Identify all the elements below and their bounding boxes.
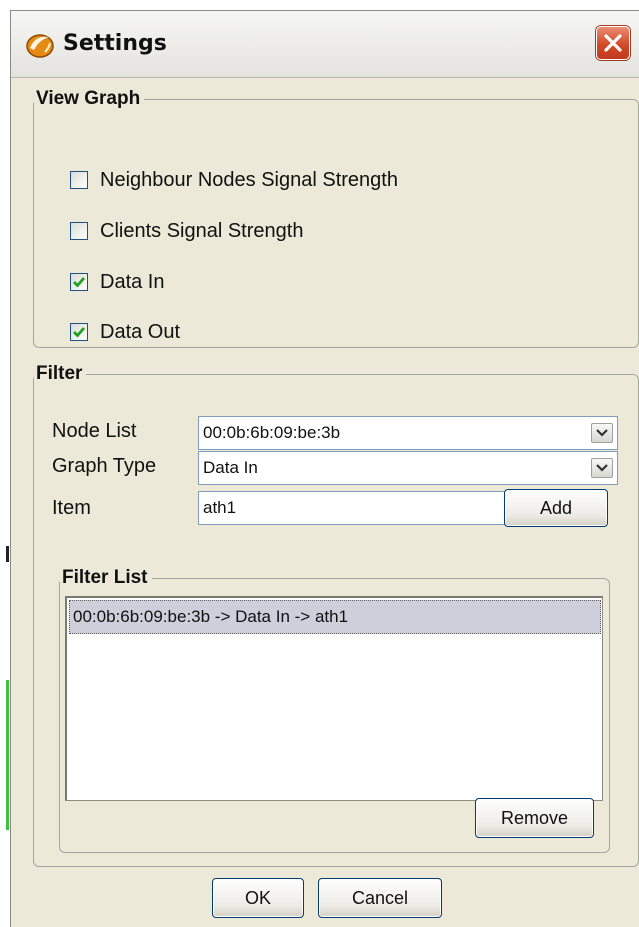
chevron-down-icon[interactable] — [591, 458, 613, 478]
remove-button[interactable]: Remove — [475, 798, 594, 838]
filter-list-box[interactable]: 00:0b:6b:09:be:3b -> Data In -> ath1 — [65, 596, 603, 801]
chevron-down-icon[interactable] — [591, 423, 613, 443]
cancel-button[interactable]: Cancel — [318, 878, 442, 918]
checkbox-data-out[interactable] — [70, 323, 88, 341]
background-green-bar — [6, 680, 9, 830]
item-value: ath1 — [203, 498, 237, 517]
background-mark — [6, 546, 9, 562]
window-title: Settings — [63, 31, 167, 56]
item-label: Item — [52, 497, 91, 519]
checkbox-clients-signal[interactable] — [70, 222, 88, 240]
option-data-in[interactable]: Data In — [70, 268, 164, 296]
option-clients-signal[interactable]: Clients Signal Strength — [70, 217, 303, 245]
node-list-label: Node List — [52, 420, 137, 442]
option-label: Clients Signal Strength — [100, 219, 304, 242]
background-app-edge — [0, 0, 10, 927]
graph-type-label: Graph Type — [52, 455, 157, 477]
option-data-out[interactable]: Data Out — [70, 318, 180, 346]
title-bar: Settings — [11, 11, 639, 78]
graph-type-select[interactable]: Data In — [198, 451, 618, 485]
graph-type-value: Data In — [203, 458, 258, 477]
item-input[interactable]: ath1 — [198, 491, 506, 525]
settings-dialog: Settings View Graph Neighbour Nodes Sign… — [10, 10, 639, 927]
filter-legend: Filter — [36, 363, 83, 384]
view-graph-legend: View Graph — [36, 88, 141, 109]
add-button[interactable]: Add — [504, 489, 608, 527]
close-button[interactable] — [596, 26, 630, 60]
list-item[interactable]: 00:0b:6b:09:be:3b -> Data In -> ath1 — [69, 600, 601, 634]
checkmark-icon — [73, 327, 86, 338]
option-label: Data In — [100, 270, 165, 293]
view-graph-group: View Graph Neighbour Nodes Signal Streng… — [33, 88, 639, 348]
checkbox-neighbour-nodes[interactable] — [70, 171, 88, 189]
filter-list-legend: Filter List — [62, 567, 148, 588]
option-label: Neighbour Nodes Signal Strength — [100, 168, 398, 191]
close-icon — [604, 34, 622, 52]
app-logo-icon — [25, 31, 55, 59]
option-neighbour-nodes[interactable]: Neighbour Nodes Signal Strength — [70, 166, 398, 194]
checkbox-data-in[interactable] — [70, 273, 88, 291]
checkmark-icon — [73, 277, 86, 288]
ok-button[interactable]: OK — [212, 878, 304, 918]
node-list-value: 00:0b:6b:09:be:3b — [203, 423, 341, 442]
option-label: Data Out — [100, 320, 181, 343]
node-list-select[interactable]: 00:0b:6b:09:be:3b — [198, 416, 618, 450]
